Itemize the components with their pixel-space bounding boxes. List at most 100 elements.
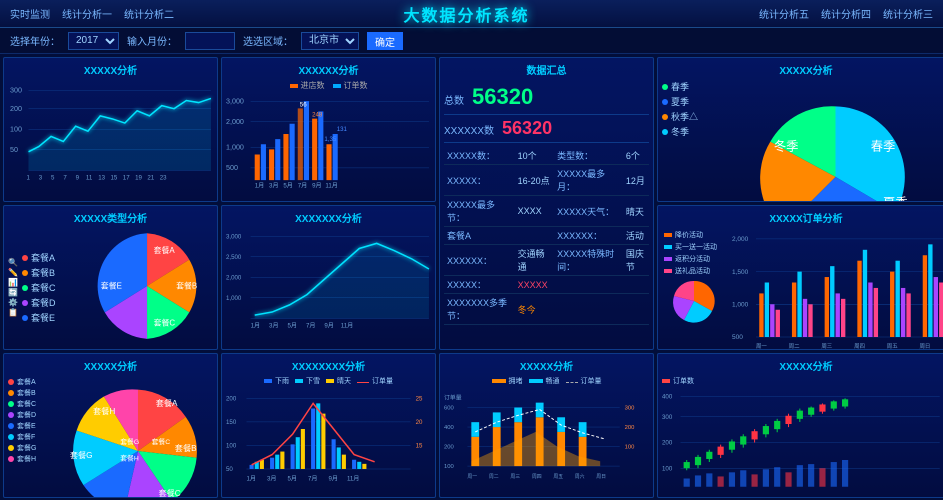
sub-value: 56320: [502, 118, 552, 139]
nav-line1[interactable]: 线计分析一: [62, 6, 112, 21]
svg-text:周三: 周三: [510, 474, 520, 480]
svg-text:5月: 5月: [283, 182, 293, 189]
svg-text:500: 500: [226, 164, 238, 172]
legend-g2: 套餐G: [8, 443, 63, 453]
panel-order-bars: XXXXX订单分析 降价活动 买一送一活动 返积分活动 送礼品活动: [657, 205, 943, 350]
panel2-title: XXXXXX分析: [226, 62, 431, 77]
svg-text:周日: 周日: [919, 343, 930, 350]
panel-meal-pie: XXXXX类型分析 🔍✏️📊🔄⚙️📋 套餐A 套餐B: [3, 205, 218, 350]
svg-text:套餐E: 套餐E: [101, 281, 122, 291]
svg-text:25: 25: [416, 395, 423, 402]
svg-text:150: 150: [226, 419, 237, 426]
page-title: 大数据分析系统: [403, 2, 529, 26]
legend-arrivals: 进店数: [290, 80, 325, 91]
table-row: XXXXX：XXXXX: [444, 276, 649, 294]
svg-text:200: 200: [10, 105, 22, 113]
svg-text:7月: 7月: [298, 182, 308, 189]
legend-meal-d: 套餐D: [22, 296, 77, 309]
panel-bar-chart: XXXXXX分析 进店数 订单数 3,000 2,000 1,000 500: [221, 57, 436, 202]
svg-text:周一: 周一: [467, 474, 477, 480]
table-row: 套餐A XXXXXX：活动: [444, 227, 649, 245]
candle-legend: 订单数: [662, 376, 943, 386]
legend-sunny: 晴天: [326, 376, 351, 386]
confirm-button[interactable]: 确定: [367, 32, 403, 50]
legend-meal-b: 套餐B: [22, 266, 77, 279]
summary-sub-row: XXXXXX数 56320: [444, 115, 649, 143]
svg-text:周四: 周四: [854, 343, 865, 350]
legend-discount: 降价活动: [664, 230, 730, 240]
svg-text:周日: 周日: [596, 474, 606, 480]
nav-left[interactable]: 实时监测 线计分析一 统计分析二: [10, 6, 174, 21]
svg-text:131: 131: [337, 126, 348, 133]
nav-right[interactable]: 统计分析五 统计分析四 统计分析三: [759, 6, 933, 21]
region-select[interactable]: 北京市上海市: [301, 32, 359, 50]
svg-text:7月: 7月: [306, 322, 316, 329]
svg-text:19: 19: [135, 174, 142, 181]
header: 实时监测 线计分析一 统计分析二 大数据分析系统 统计分析五 统计分析四 统计分…: [0, 0, 943, 28]
svg-text:3: 3: [39, 174, 43, 181]
svg-text:套餐A: 套餐A: [156, 398, 178, 408]
svg-text:春季: 春季: [871, 139, 896, 153]
order-bar-area: 2,000 1,500 1,000 500: [732, 228, 943, 350]
svg-text:5月: 5月: [288, 475, 298, 482]
svg-text:5月: 5月: [288, 322, 298, 329]
svg-text:周三: 周三: [821, 343, 832, 350]
table-row: XXXXX：16-20点 XXXXX最多月：12月: [444, 165, 649, 196]
legend-orders-w: 订单量: [357, 376, 393, 386]
legend-autumn: 秋季△: [662, 110, 717, 123]
svg-text:1,000: 1,000: [732, 301, 749, 308]
svg-text:冬季: 冬季: [774, 138, 799, 153]
controls-bar: 选择年份： 201720162018 输入月份： 选选区域： 北京市上海市 确定: [0, 28, 943, 54]
panel-data-summary: 数据汇总 总数 56320 XXXXXX数 56320 XXXXX数：10个 类…: [439, 57, 654, 350]
legend-b2: 套餐B: [8, 388, 63, 398]
svg-text:1,35: 1,35: [324, 136, 337, 143]
nav-realtime[interactable]: 实时监测: [10, 6, 50, 21]
nav-stat4[interactable]: 统计分析四: [821, 6, 871, 21]
meal-legend-list: 套餐A 套餐B 套餐C 套餐D: [22, 251, 77, 324]
line-chart-2: 3,000 2,500 2,000 1,000 1月 3月 5月 7月 9月 1…: [226, 228, 431, 346]
svg-text:套餐B: 套餐B: [175, 443, 197, 453]
panel-candlestick: XXXXX分析 订单数 400 300 200 100: [657, 353, 943, 498]
table-row: XXXXX数：10个 类型数：6个: [444, 147, 649, 165]
nav-stat3[interactable]: 统计分析三: [883, 6, 933, 21]
legend-d2: 套餐D: [8, 410, 63, 420]
weather-legend: 下雨 下雪 晴天 订单量: [226, 376, 431, 386]
svg-text:11: 11: [86, 174, 93, 181]
order-chart-inner: 降价活动 买一送一活动 返积分活动 送礼品活动: [662, 228, 943, 350]
month-label: 输入月份：: [127, 33, 177, 48]
total-value: 56320: [472, 84, 533, 110]
svg-text:套餐C: 套餐C: [154, 318, 176, 328]
svg-text:1月: 1月: [255, 182, 265, 189]
svg-text:套餐G: 套餐G: [120, 437, 139, 446]
season-pie-chart: 春季 夏季 冬季: [721, 80, 943, 199]
svg-text:1月: 1月: [247, 475, 257, 482]
panel-line-chart: XXXXX分析 300 200 100 50 1 3 5 7 9 11 13: [3, 57, 218, 202]
svg-text:11月: 11月: [325, 182, 337, 189]
svg-text:300: 300: [662, 414, 673, 421]
svg-text:17: 17: [123, 174, 130, 181]
legend-h2: 套餐H: [8, 454, 63, 464]
svg-text:3月: 3月: [267, 475, 277, 482]
panel9-title: XXXXX分析: [444, 358, 649, 373]
svg-text:21: 21: [147, 174, 154, 181]
svg-text:9月: 9月: [324, 322, 334, 329]
svg-text:3月: 3月: [269, 182, 279, 189]
svg-text:套餐C: 套餐C: [152, 437, 171, 446]
nav-stat5[interactable]: 统计分析五: [759, 6, 809, 21]
nav-stat2[interactable]: 统计分析二: [124, 6, 174, 21]
svg-text:13: 13: [98, 174, 105, 181]
panel10-title: XXXXX分析: [662, 358, 943, 373]
panel-weather-bars: XXXXXXXX分析 下雨 下雪 晴天 订单量 200 150 100 50 2…: [221, 353, 436, 498]
panel-line2: XXXXXXX分析 3,000 2,500 2,000 1,000 1月 3月 …: [221, 205, 436, 350]
svg-text:400: 400: [662, 393, 673, 400]
svg-text:周四: 周四: [532, 474, 542, 480]
year-select[interactable]: 201720162018: [68, 32, 119, 50]
legend-order-t: 订单量: [566, 376, 602, 386]
legend-buy1: 买一送一活动: [664, 242, 730, 252]
svg-text:7月: 7月: [308, 475, 318, 482]
meal-icons: 🔍✏️📊🔄⚙️📋: [8, 258, 18, 317]
month-input[interactable]: [185, 32, 235, 50]
panel7-title: XXXXX分析: [8, 358, 213, 373]
svg-text:1: 1: [26, 174, 30, 181]
svg-text:500: 500: [732, 334, 743, 341]
